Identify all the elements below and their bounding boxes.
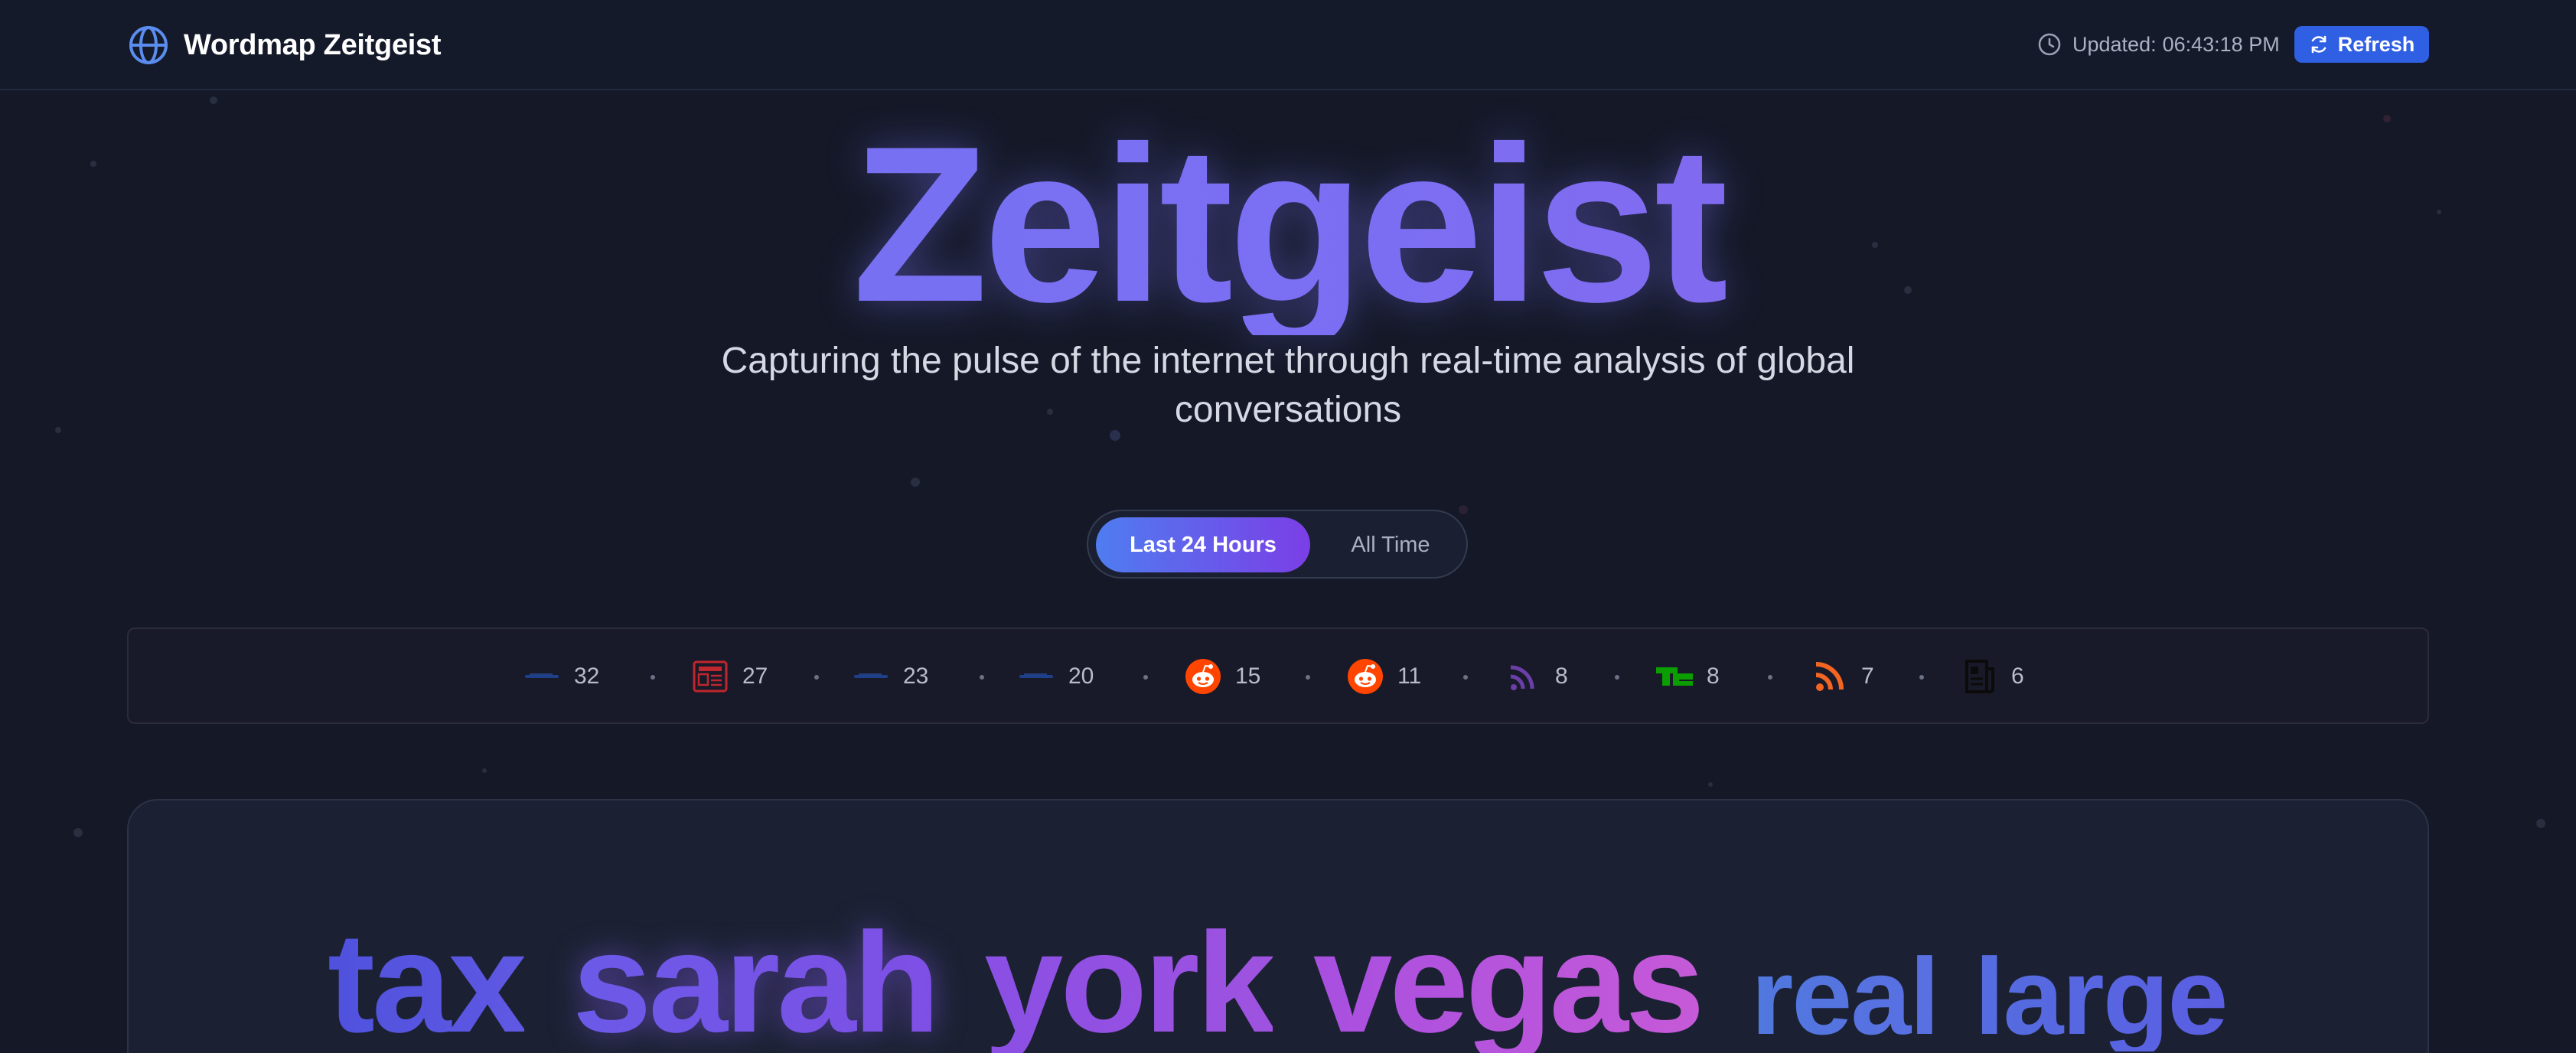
source-item[interactable]: 15 [1185, 658, 1260, 695]
globe-icon [127, 24, 170, 67]
document-icon [1961, 658, 1997, 695]
separator-dot [814, 675, 819, 680]
hero-subtitle: Capturing the pulse of the internet thro… [721, 341, 1855, 430]
source-item[interactable]: 7 [1811, 658, 1874, 695]
source-item[interactable]: 23 [853, 658, 928, 695]
news-logo-icon [1018, 658, 1055, 695]
source-count: 8 [1555, 663, 1568, 689]
source-count: 15 [1235, 663, 1261, 689]
news-logo-icon [853, 658, 889, 695]
source-item[interactable]: 6 [1961, 658, 2024, 695]
source-count: 6 [2011, 663, 2024, 689]
top-navigation-bar: Wordmap Zeitgeist Updated: 06:43:18 PM Re… [0, 0, 2576, 90]
brand[interactable]: Wordmap Zeitgeist [127, 23, 442, 67]
separator-dot [1919, 675, 1924, 680]
updated-label: Updated: [2072, 32, 2157, 56]
separator-dot [980, 675, 984, 680]
tab-all-time[interactable]: All Time [1318, 517, 1463, 572]
word-cloud-word[interactable]: tax [328, 912, 527, 1053]
rss-icon [1505, 658, 1541, 695]
word-cloud-word[interactable]: real [1751, 943, 1940, 1051]
hero-title: Zeitgeist [0, 113, 2576, 335]
source-count: 8 [1707, 663, 1720, 689]
source-count: 20 [1068, 663, 1094, 689]
app-title: Wordmap Zeitgeist [184, 28, 442, 61]
source-item[interactable]: 20 [1018, 658, 1094, 695]
word-cloud-word[interactable]: large [1974, 943, 2228, 1051]
refresh-icon [2309, 34, 2329, 54]
source-count: 27 [742, 663, 768, 689]
separator-dot [1615, 675, 1619, 680]
rss-icon [1811, 658, 1847, 695]
word-cloud-word[interactable]: vegas [1313, 912, 1704, 1053]
source-item[interactable]: 32 [523, 658, 599, 695]
refresh-button[interactable]: Refresh [2294, 26, 2429, 63]
clock-icon [2037, 32, 2062, 57]
refresh-label: Refresh [2337, 32, 2415, 56]
separator-dot [1306, 675, 1310, 680]
separator-dot [1768, 675, 1772, 680]
time-range-toggle: Last 24 Hours All Time [1087, 510, 1468, 579]
reddit-icon [1185, 658, 1221, 695]
source-item[interactable]: 11 [1347, 658, 1421, 695]
source-count: 32 [574, 663, 600, 689]
word-cloud-word[interactable]: york [984, 912, 1276, 1053]
updated-time: 06:43:18 PM [2162, 32, 2280, 56]
separator-dot [1463, 675, 1468, 680]
source-count: 11 [1397, 663, 1422, 689]
last-updated: Updated: 06:43:18 PM [2037, 26, 2280, 63]
techcrunch-icon [1656, 658, 1693, 695]
source-item[interactable]: 8 [1656, 658, 1720, 695]
reddit-icon [1347, 658, 1384, 695]
news-logo-icon [523, 658, 560, 695]
word-cloud-word[interactable]: sarah [572, 912, 940, 1053]
source-count: 7 [1861, 663, 1874, 689]
source-count: 23 [903, 663, 929, 689]
source-counts-bar: 32 27 23 20 15 11 8 8 7 6 [127, 628, 2429, 724]
newspaper-icon [692, 658, 729, 695]
separator-dot [1143, 675, 1148, 680]
separator-dot [651, 675, 655, 680]
tab-last-24-hours[interactable]: Last 24 Hours [1096, 517, 1310, 572]
source-item[interactable]: 8 [1505, 658, 1568, 695]
source-item[interactable]: 27 [692, 658, 768, 695]
